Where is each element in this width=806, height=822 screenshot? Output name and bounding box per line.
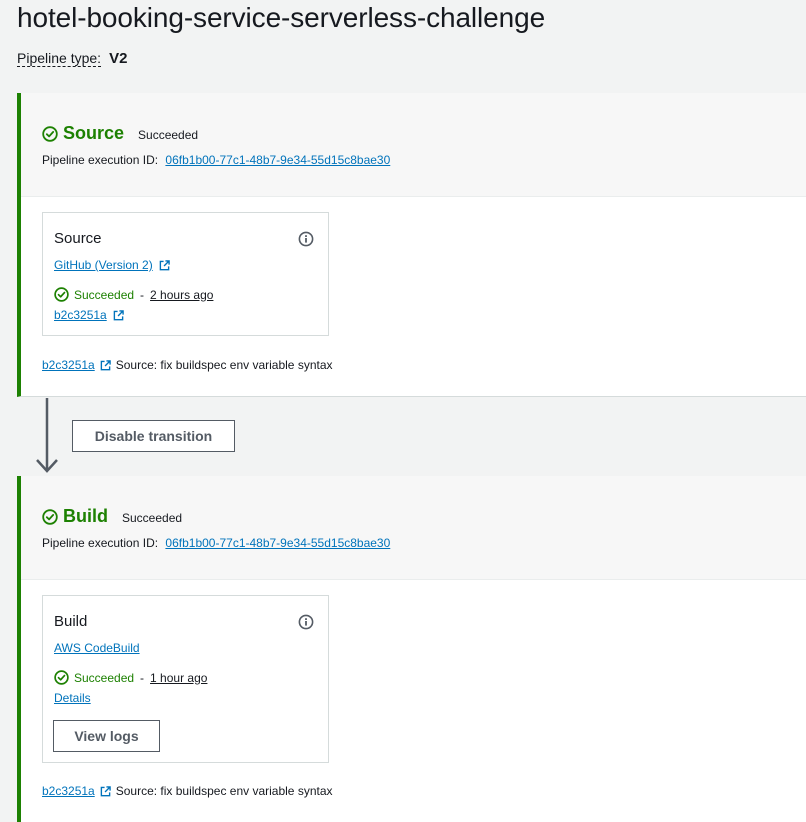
stage-header: Build Succeeded Pipeline execution ID: 0… bbox=[21, 476, 806, 580]
check-circle-icon bbox=[42, 125, 58, 142]
stage-build: Build Succeeded Pipeline execution ID: 0… bbox=[17, 476, 806, 822]
stage-header: Source Succeeded Pipeline execution ID: … bbox=[21, 93, 806, 197]
status-separator: - bbox=[140, 287, 145, 302]
external-link-icon[interactable] bbox=[159, 259, 170, 271]
stage-footer-row: b2c3251a Source: fix buildspec env varia… bbox=[42, 784, 333, 798]
action-status-text: Succeeded bbox=[74, 287, 135, 302]
down-arrow-icon bbox=[36, 398, 58, 473]
action-title: Build bbox=[54, 613, 88, 630]
action-provider-row: GitHub (Version 2) bbox=[54, 258, 170, 272]
stage-name: Source bbox=[63, 123, 125, 143]
check-circle-icon bbox=[54, 287, 69, 302]
view-logs-button[interactable]: View logs bbox=[53, 720, 160, 752]
action-time-link[interactable]: 1 hour ago bbox=[150, 671, 207, 685]
pipeline-type-label[interactable]: Pipeline type: bbox=[17, 50, 102, 67]
stage-status: Succeeded bbox=[122, 511, 183, 525]
execution-id-link[interactable]: 06fb1b00-77c1-48b7-9e34-55d15c8bae30 bbox=[165, 153, 390, 167]
footer-commit-link[interactable]: b2c3251a bbox=[42, 784, 95, 798]
check-circle-icon bbox=[54, 670, 69, 685]
execution-id-row: Pipeline execution ID: 06fb1b00-77c1-48b… bbox=[42, 536, 390, 550]
action-status-text: Succeeded bbox=[74, 670, 135, 685]
action-provider-row: AWS CodeBuild bbox=[54, 641, 140, 655]
external-link-icon[interactable] bbox=[100, 785, 111, 797]
action-time-link[interactable]: 2 hours ago bbox=[150, 288, 213, 302]
stage-title-row: Source Succeeded bbox=[42, 123, 198, 144]
footer-message: Source: fix buildspec env variable synta… bbox=[115, 358, 333, 372]
footer-message: Source: fix buildspec env variable synta… bbox=[115, 784, 333, 798]
external-link-icon[interactable] bbox=[100, 359, 111, 371]
page-title: hotel-booking-service-serverless-challen… bbox=[17, 2, 546, 33]
info-icon[interactable] bbox=[298, 231, 314, 247]
action-status-row: Succeeded - 1 hour ago bbox=[54, 670, 207, 685]
status-separator: - bbox=[140, 670, 145, 685]
disable-transition-button[interactable]: Disable transition bbox=[72, 420, 235, 452]
execution-id-label: Pipeline execution ID: bbox=[42, 153, 159, 167]
stage-status: Succeeded bbox=[138, 128, 199, 142]
stage-name: Build bbox=[63, 506, 108, 526]
execution-id-label: Pipeline execution ID: bbox=[42, 536, 159, 550]
footer-commit-link[interactable]: b2c3251a bbox=[42, 358, 95, 372]
action-commit-row: b2c3251a bbox=[54, 308, 124, 322]
stage-source: Source Succeeded Pipeline execution ID: … bbox=[17, 93, 806, 397]
execution-id-link[interactable]: 06fb1b00-77c1-48b7-9e34-55d15c8bae30 bbox=[165, 536, 390, 550]
pipeline-type-value: V2 bbox=[109, 50, 128, 67]
execution-id-row: Pipeline execution ID: 06fb1b00-77c1-48b… bbox=[42, 153, 390, 167]
action-details-row: Details bbox=[54, 691, 91, 705]
action-status-row: Succeeded - 2 hours ago bbox=[54, 287, 213, 302]
action-provider-link[interactable]: AWS CodeBuild bbox=[54, 641, 140, 655]
action-provider-link[interactable]: GitHub (Version 2) bbox=[54, 258, 153, 272]
info-icon[interactable] bbox=[298, 614, 314, 630]
stage-title-row: Build Succeeded bbox=[42, 506, 182, 527]
pipeline-type-row: Pipeline type: V2 bbox=[17, 50, 127, 67]
action-card-build: Build AWS CodeBuild Succeeded - 1 hour a… bbox=[42, 595, 329, 763]
external-link-icon[interactable] bbox=[113, 309, 124, 321]
action-title: Source bbox=[54, 230, 102, 247]
check-circle-icon bbox=[42, 508, 58, 525]
action-details-link[interactable]: Details bbox=[54, 691, 91, 705]
action-card-source: Source GitHub (Version 2) Succeeded - 2 … bbox=[42, 212, 329, 336]
action-commit-link[interactable]: b2c3251a bbox=[54, 308, 107, 322]
stage-footer-row: b2c3251a Source: fix buildspec env varia… bbox=[42, 358, 333, 372]
